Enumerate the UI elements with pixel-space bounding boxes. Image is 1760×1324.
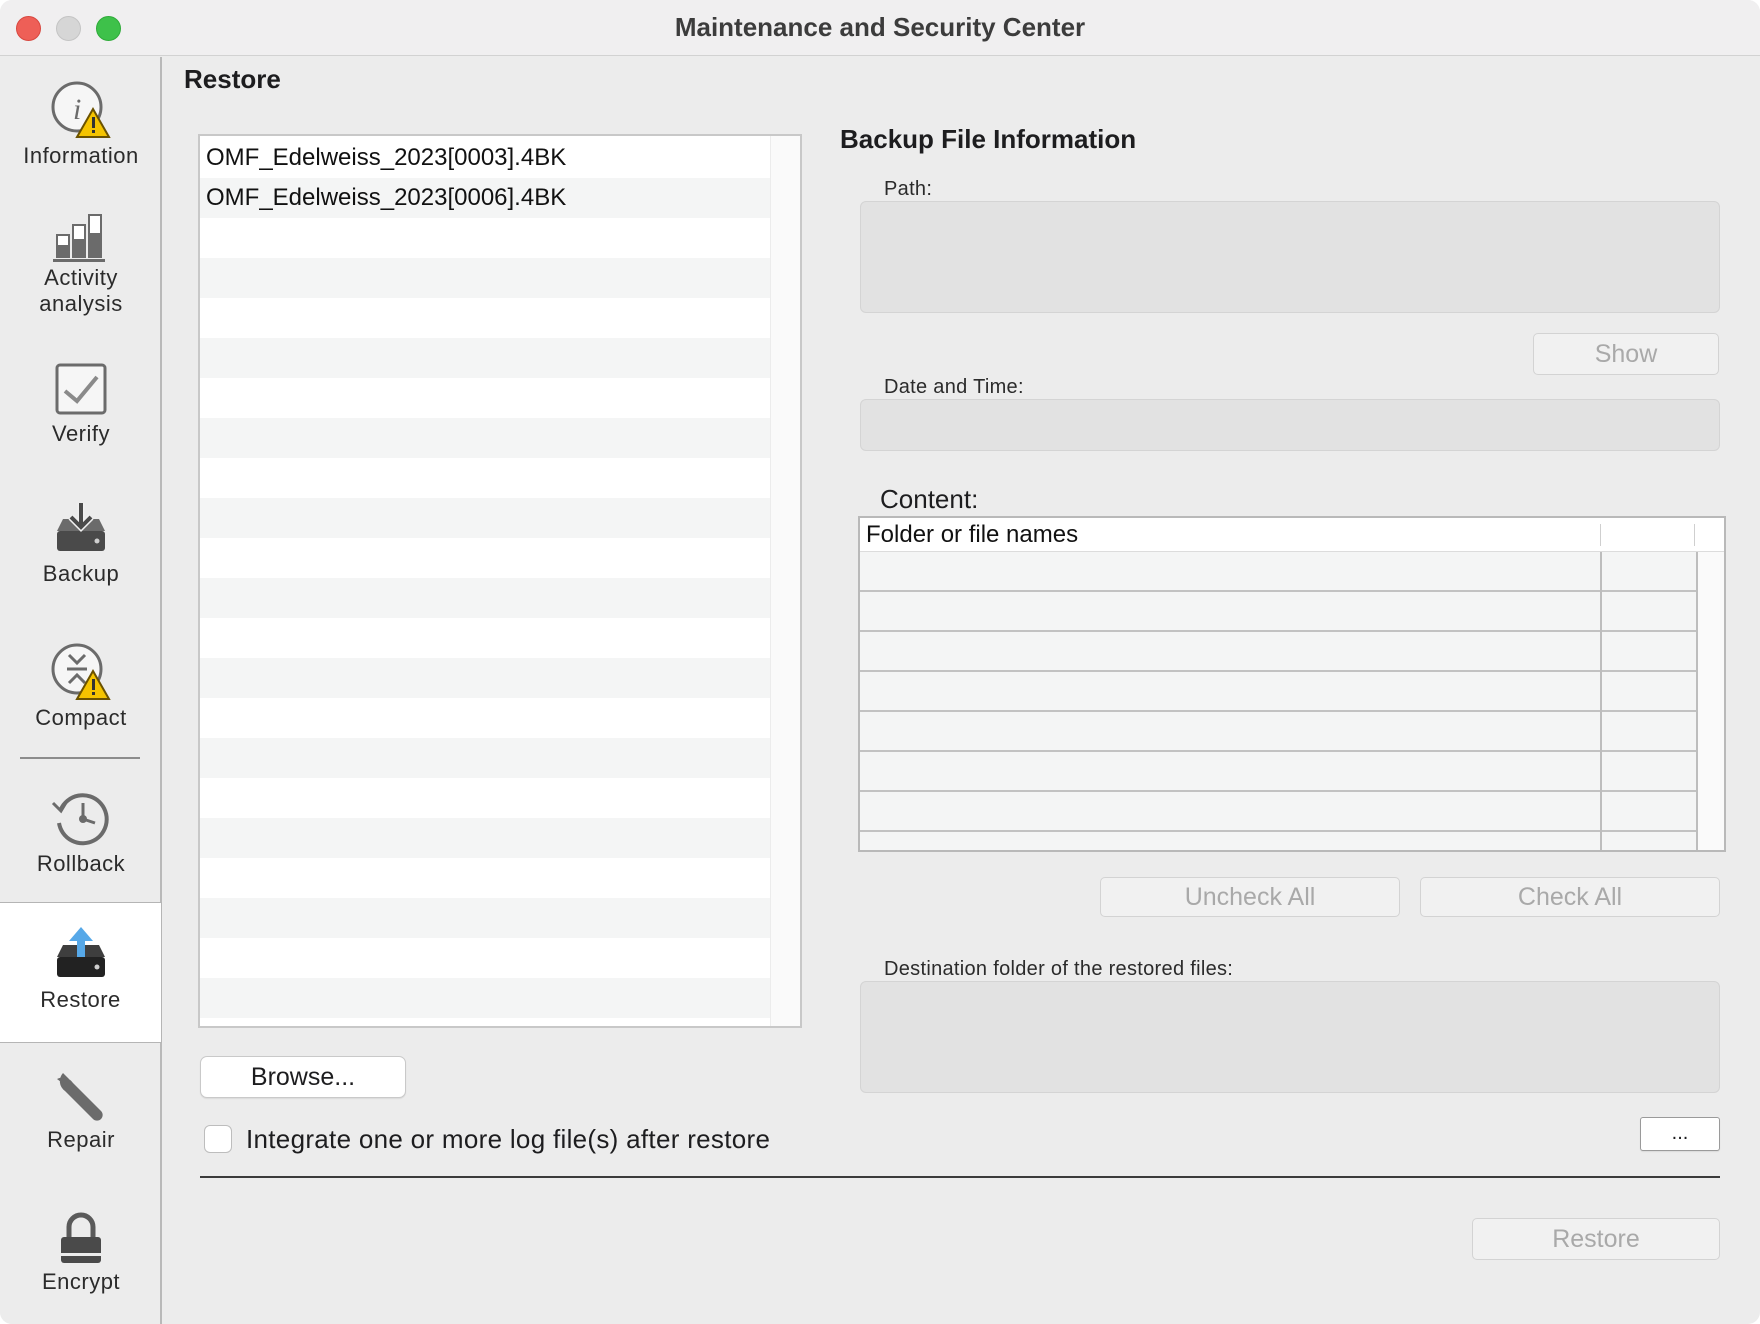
check-all-button[interactable]: Check All — [1420, 877, 1720, 917]
window-title: Maintenance and Security Center — [674, 12, 1086, 42]
rollback-clock-icon — [51, 793, 109, 846]
sidebar-item-label: Encrypt — [41, 1269, 121, 1294]
empty-row — [200, 338, 771, 378]
backup-info-title: Backup File Information — [840, 124, 1137, 154]
list-item[interactable]: OMF_Edelweiss_2023[0006].4BK — [200, 178, 771, 218]
list-scrollbar[interactable] — [770, 136, 800, 1026]
path-label: Path: — [884, 178, 933, 200]
choose-destination-button[interactable]: ... — [1640, 1117, 1720, 1151]
empty-row — [200, 538, 771, 578]
integrate-log-checkbox[interactable] — [204, 1125, 232, 1153]
empty-row — [200, 458, 771, 498]
table-row[interactable] — [860, 592, 1696, 632]
column-divider — [1600, 552, 1602, 850]
sidebar-item-label: Repair — [47, 1127, 115, 1152]
bar-chart-icon — [53, 214, 105, 262]
empty-row — [200, 418, 771, 458]
sidebar-item-label: Information — [23, 143, 139, 168]
column-header-names[interactable]: Folder or file names — [866, 521, 1078, 549]
column-separator — [1600, 524, 1601, 546]
lock-icon — [61, 1212, 101, 1263]
empty-row — [200, 898, 771, 938]
empty-row — [200, 378, 771, 418]
sidebar-item-verify[interactable]: Verify — [0, 361, 162, 447]
empty-row — [200, 258, 771, 298]
sidebar-item-label: Verify — [51, 421, 111, 446]
empty-row — [200, 618, 771, 658]
restore-button[interactable]: Restore — [1472, 1218, 1720, 1260]
sidebar-item-label: Compact — [35, 705, 127, 730]
wrench-icon — [57, 1073, 103, 1121]
divider — [200, 1176, 1720, 1178]
empty-row — [200, 298, 771, 338]
sidebar-item-rollback[interactable]: Rollback — [0, 787, 162, 877]
sidebar-item-backup[interactable]: Backup — [0, 501, 162, 587]
show-button[interactable]: Show — [1533, 333, 1719, 375]
sidebar-item-label: Activity — [44, 265, 118, 290]
table-row[interactable] — [860, 672, 1696, 712]
date-time-field — [860, 399, 1720, 451]
empty-row — [200, 498, 771, 538]
window: Maintenance and Security Center i Inform… — [0, 0, 1760, 1324]
sidebar-item-compact[interactable]: Compact — [0, 641, 162, 731]
sidebar-item-label: Restore — [40, 987, 121, 1012]
table-row[interactable] — [860, 792, 1696, 832]
empty-row — [200, 658, 771, 698]
path-field — [860, 201, 1720, 313]
sidebar: i Information Activity analysis Verify B… — [0, 57, 162, 1324]
destination-field — [860, 981, 1720, 1093]
sidebar-item-label: Rollback — [36, 851, 126, 876]
empty-row — [200, 858, 771, 898]
table-scrollbar[interactable] — [1698, 552, 1724, 850]
date-time-label: Date and Time: — [884, 376, 1024, 398]
table-row[interactable] — [860, 832, 1696, 850]
empty-row — [200, 698, 771, 738]
restore-drive-icon — [56, 927, 105, 977]
list-item[interactable]: OMF_Edelweiss_2023[0003].4BK — [200, 138, 771, 178]
table-row[interactable] — [860, 552, 1696, 592]
checkbox-icon — [55, 363, 107, 415]
sidebar-item-label: Backup — [42, 561, 120, 586]
page-title: Restore — [184, 64, 281, 94]
sidebar-item-encrypt[interactable]: Encrypt — [0, 1209, 162, 1295]
backup-drive-icon — [57, 503, 105, 551]
empty-row — [200, 978, 771, 1018]
browse-button[interactable]: Browse... — [200, 1056, 406, 1098]
backup-file-list[interactable]: OMF_Edelweiss_2023[0003].4BK OMF_Edelwei… — [198, 134, 802, 1028]
integrate-log-option[interactable]: Integrate one or more log file(s) after … — [204, 1124, 770, 1154]
content-label: Content: — [880, 484, 979, 514]
sidebar-item-repair[interactable]: Repair — [0, 1067, 162, 1153]
table-row[interactable] — [860, 712, 1696, 752]
svg-text:i: i — [73, 93, 81, 126]
compact-warning-icon — [51, 643, 111, 700]
sidebar-item-label: analysis — [39, 291, 123, 316]
sidebar-item-activity-analysis[interactable]: Activity analysis — [0, 209, 162, 317]
destination-label: Destination folder of the restored files… — [884, 958, 1234, 980]
sidebar-item-restore[interactable]: Restore — [0, 902, 162, 1043]
info-warning-icon: i — [51, 81, 111, 138]
sidebar-divider — [20, 757, 140, 759]
uncheck-all-button[interactable]: Uncheck All — [1100, 877, 1400, 917]
empty-row — [200, 938, 771, 978]
empty-row — [200, 738, 771, 778]
integrate-log-label: Integrate one or more log file(s) after … — [246, 1123, 771, 1154]
empty-row — [200, 818, 771, 858]
empty-row — [200, 778, 771, 818]
table-row[interactable] — [860, 632, 1696, 672]
empty-row — [200, 578, 771, 618]
column-separator — [1694, 524, 1695, 546]
title-bar: Maintenance and Security Center — [0, 0, 1760, 56]
table-header: Folder or file names — [860, 518, 1724, 552]
sidebar-item-information[interactable]: i Information — [0, 79, 162, 169]
table-row[interactable] — [860, 752, 1696, 792]
empty-row — [200, 218, 771, 258]
content-table[interactable]: Folder or file names — [858, 516, 1726, 852]
